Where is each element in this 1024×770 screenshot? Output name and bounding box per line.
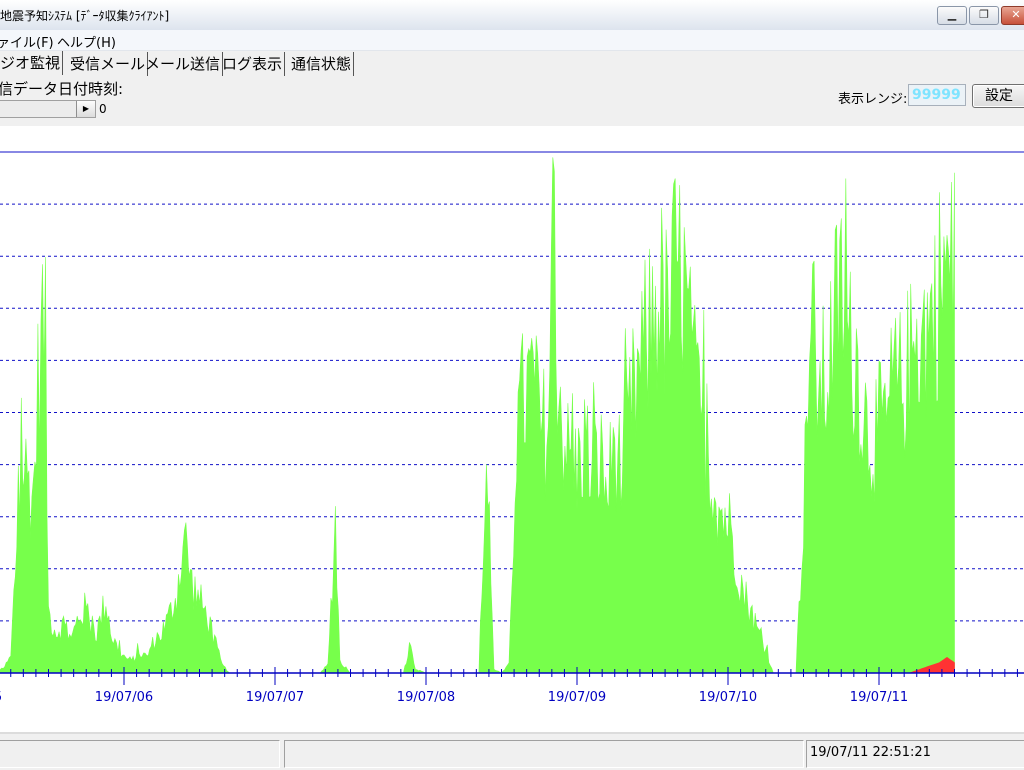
tab-geo-monitor[interactable]: ジオ監視 [0, 51, 64, 75]
menu-file[interactable]: ァイル(F) [0, 32, 54, 51]
minimize-button[interactable]: ▁ [937, 6, 967, 25]
status-pane-3: 19/07/11 22:51:21 [806, 740, 1024, 768]
scroll-value: 0 [99, 102, 107, 116]
close-icon: ✕ [1011, 8, 1021, 21]
title-bar: 地震予知ｼｽﾃﾑ [ﾃﾞｰﾀ収集ｸﾗｲｱﾝﾄ] ▁ ❐ ✕ [0, 0, 1024, 31]
x-tick-label: 19/07/11 [850, 690, 908, 705]
receive-datetime-label: 信データ日付時刻: [0, 80, 124, 98]
x-tick-label: 19/07/05 [0, 690, 2, 705]
minimize-icon: ▁ [947, 8, 957, 21]
arrow-right-icon: ▶ [82, 104, 90, 113]
tab-comm-status[interactable]: 通信状態 [289, 52, 355, 76]
series-area [0, 157, 955, 674]
tab-send-mail[interactable]: メール送信 [143, 52, 224, 76]
chart-area: 19/07/05 19/07/06 19/07/07 19/07/08 19/07/09… [0, 126, 1024, 732]
seismic-chart: 19/07/05 19/07/06 19/07/07 19/07/08 19/07/09… [0, 151, 1024, 705]
x-tick-label: 19/07/09 [548, 690, 606, 705]
restore-icon: ❐ [979, 8, 989, 21]
datetime-scrollbar[interactable]: ▶ [0, 100, 96, 118]
maximize-button[interactable]: ❐ [969, 6, 999, 25]
range-label: 表示レンジ: [838, 92, 908, 107]
x-tick-label: 19/07/08 [397, 690, 455, 705]
range-input[interactable]: 99999 [908, 84, 966, 106]
x-tick-label: 19/07/10 [699, 690, 757, 705]
status-pane-2 [284, 740, 804, 768]
tab-log-view[interactable]: ログ表示 [220, 52, 286, 76]
window-title: 地震予知ｼｽﾃﾑ [ﾃﾞｰﾀ収集ｸﾗｲｱﾝﾄ] [0, 9, 170, 23]
menu-help[interactable]: ヘルプ(H) [57, 32, 116, 51]
menu-bar: ァイル(F) ヘルプ(H) [0, 30, 1024, 51]
tab-received-mail[interactable]: 受信メール [68, 52, 149, 76]
set-button[interactable]: 設定 [972, 84, 1024, 108]
x-tick-label: 19/07/07 [246, 690, 304, 705]
scroll-right-button[interactable]: ▶ [76, 101, 95, 117]
close-button[interactable]: ✕ [1001, 6, 1024, 25]
status-bar: 19/07/11 22:51:21 [0, 732, 1024, 770]
tab-strip: ジオ監視 受信メール メール送信 ログ表示 通信状態 [0, 51, 1024, 76]
x-tick-label: 19/07/06 [95, 690, 153, 705]
status-pane-1 [0, 740, 280, 768]
status-time: 19/07/11 22:51:21 [810, 745, 931, 760]
